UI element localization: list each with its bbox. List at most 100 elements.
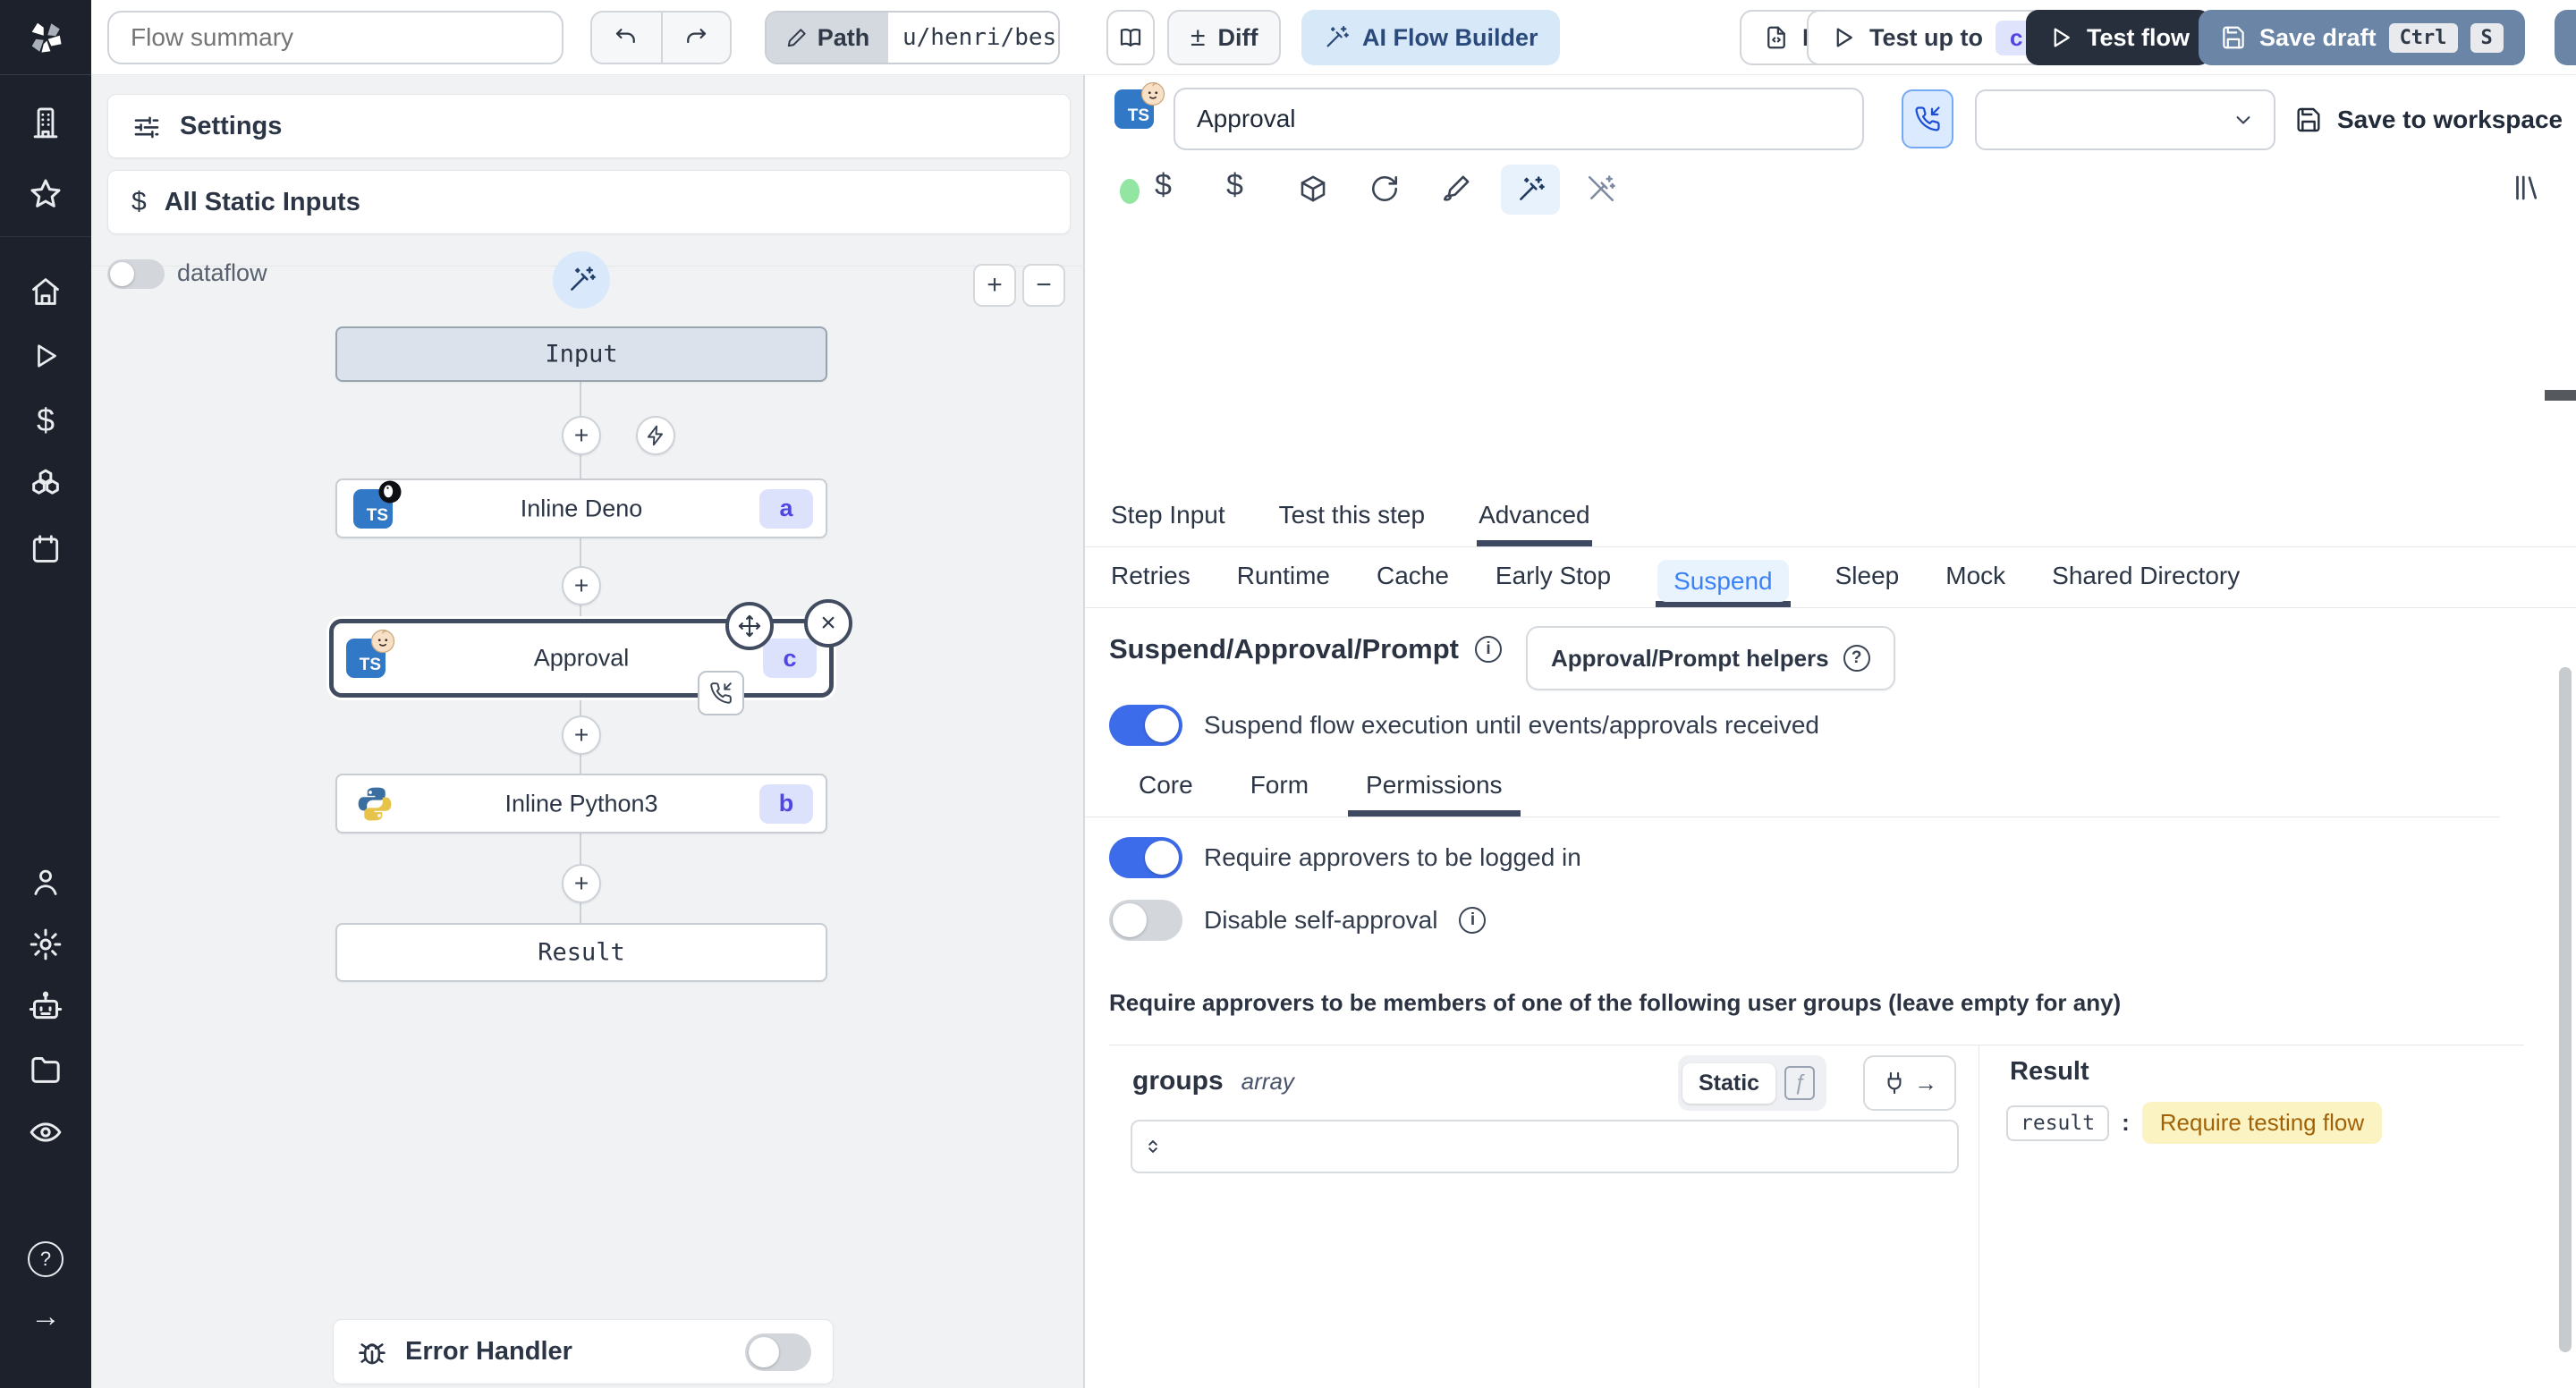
ai-wand-button[interactable] (553, 251, 610, 309)
flow-settings-button[interactable]: Settings (107, 94, 1071, 158)
sidebar-item-folders[interactable] (27, 1051, 64, 1088)
script-version-select[interactable] (1975, 89, 2275, 150)
tab-permissions[interactable]: Permissions (1348, 771, 1521, 817)
step-name-input[interactable] (1174, 88, 1864, 150)
sidebar-item-workspace[interactable] (27, 104, 64, 141)
tab-runtime[interactable]: Runtime (1235, 562, 1332, 607)
editor-h-scrollbar[interactable] (2545, 390, 2576, 401)
panel-scrollbar[interactable] (2559, 667, 2572, 1352)
insert-step-button[interactable]: + (562, 416, 601, 455)
sidebar-divider (0, 236, 91, 237)
windmill-logo[interactable] (0, 0, 91, 75)
trigger-button[interactable] (636, 416, 675, 455)
sidebar-item-favorites[interactable] (27, 175, 64, 213)
docs-button[interactable] (1106, 10, 1155, 65)
zoom-out-button[interactable]: − (1022, 264, 1065, 307)
play-outline-icon (2047, 24, 2074, 51)
tab-form[interactable]: Form (1233, 771, 1326, 817)
groups-field-header: groups array (1132, 1066, 1294, 1096)
require-login-toggle[interactable] (1109, 837, 1182, 878)
sidebar-item-audit-logs[interactable] (27, 1113, 64, 1151)
node-result[interactable]: Result (335, 923, 827, 982)
undo-redo-group (590, 11, 732, 64)
sidebar-item-users[interactable] (27, 863, 64, 901)
library-icon[interactable] (2511, 172, 2543, 204)
dataflow-label: dataflow (177, 259, 267, 286)
test-flow-button[interactable]: Test flow (2026, 10, 2212, 65)
tab-retries[interactable]: Retries (1109, 562, 1192, 607)
result-value[interactable]: Require testing flow (2141, 1102, 2383, 1144)
sidebar-item-help[interactable]: ? (27, 1240, 64, 1278)
deploy-button-partial[interactable] (2555, 10, 2576, 65)
groups-array-input[interactable] (1131, 1120, 1959, 1173)
wand-off-icon[interactable] (1586, 174, 1616, 204)
sidebar-item-runs[interactable] (27, 337, 64, 375)
sidebar-expand-button[interactable]: → (27, 1298, 64, 1335)
step-tabs: Step Input Test this step Advanced (1085, 488, 2576, 547)
function-mode-button[interactable]: ƒ (1784, 1066, 1816, 1100)
disable-self-approval-row: Disable self-approval i (1109, 900, 1487, 941)
node-input[interactable]: Input (335, 326, 827, 382)
save-draft-button[interactable]: Save draft Ctrl S (2199, 10, 2525, 65)
suspend-toggle[interactable] (1109, 705, 1182, 746)
redo-button[interactable] (660, 13, 730, 63)
result-key-chip[interactable]: result (2006, 1104, 2110, 1141)
suspend-heading: Suspend/Approval/Prompt i (1109, 633, 1502, 665)
disable-self-approval-toggle[interactable] (1109, 900, 1182, 941)
sidebar-item-schedules[interactable] (27, 530, 64, 568)
sidebar-item-settings[interactable] (27, 926, 64, 963)
tab-test-this-step[interactable]: Test this step (1277, 501, 1427, 546)
ai-flow-builder-button[interactable]: AI Flow Builder (1301, 10, 1560, 65)
sidebar-item-home[interactable] (27, 273, 64, 310)
tab-cache[interactable]: Cache (1375, 562, 1451, 607)
kbd-ctrl: Ctrl (2388, 22, 2458, 53)
diff-button[interactable]: ± Diff (1167, 10, 1282, 65)
approval-phone-indicator[interactable] (698, 671, 744, 715)
error-handler-toggle[interactable] (745, 1333, 811, 1371)
pencil-icon (785, 26, 809, 49)
undo-button[interactable] (592, 13, 661, 63)
input-mode-switch: Static ƒ (1678, 1055, 1827, 1111)
flow-summary-input[interactable] (107, 11, 564, 64)
node-inline-deno[interactable]: TS Inline Deno a (335, 478, 827, 538)
tab-mock[interactable]: Mock (1944, 562, 2007, 607)
zoom-in-button[interactable]: + (973, 264, 1016, 307)
redo-icon (682, 24, 709, 51)
sidebar-item-variables[interactable]: $ (27, 402, 64, 439)
approval-helpers-button[interactable]: Approval/Prompt helpers ? (1526, 626, 1895, 690)
home-icon (29, 275, 63, 309)
move-step-button[interactable] (725, 602, 774, 650)
insert-step-button[interactable]: + (562, 864, 601, 903)
save-to-workspace-button[interactable]: Save to workspace (2294, 93, 2563, 147)
delete-step-button[interactable]: × (804, 599, 852, 647)
insert-step-button[interactable]: + (562, 715, 601, 755)
path-value[interactable]: u/henri/bes (888, 13, 1058, 63)
code-editor[interactable] (1085, 215, 2576, 488)
insert-step-button[interactable]: + (562, 566, 601, 605)
variables-icon[interactable]: $ (1155, 168, 1172, 203)
sidebar-item-resources[interactable] (27, 466, 64, 504)
approval-mode-button[interactable] (1902, 89, 1953, 148)
tab-advanced[interactable]: Advanced (1477, 501, 1592, 546)
resources-icon[interactable]: $ (1226, 168, 1243, 203)
format-brush-icon[interactable] (1441, 174, 1471, 204)
play-icon (30, 340, 62, 372)
all-static-inputs-button[interactable]: $ All Static Inputs (107, 170, 1071, 234)
tab-sleep[interactable]: Sleep (1834, 562, 1902, 607)
path-edit-button[interactable]: Path (767, 13, 888, 63)
sidebar-item-workers[interactable] (27, 988, 64, 1026)
static-mode-button[interactable]: Static (1682, 1062, 1776, 1104)
tab-step-input[interactable]: Step Input (1109, 501, 1227, 546)
package-icon[interactable] (1298, 174, 1328, 204)
error-handler-card[interactable]: Error Handler (333, 1319, 834, 1384)
ai-assistant-button[interactable] (1501, 165, 1560, 215)
tab-early-stop[interactable]: Early Stop (1494, 562, 1613, 607)
tab-suspend[interactable]: Suspend (1656, 560, 1791, 607)
tab-shared-directory[interactable]: Shared Directory (2050, 562, 2241, 607)
connect-input-button[interactable]: → (1863, 1055, 1956, 1111)
node-inline-python[interactable]: Inline Python3 b (335, 774, 827, 834)
tab-core[interactable]: Core (1121, 771, 1211, 817)
test-up-to-button[interactable]: Test up to c (1807, 10, 2061, 65)
dataflow-toggle[interactable] (107, 259, 165, 289)
reload-icon[interactable] (1369, 174, 1400, 204)
